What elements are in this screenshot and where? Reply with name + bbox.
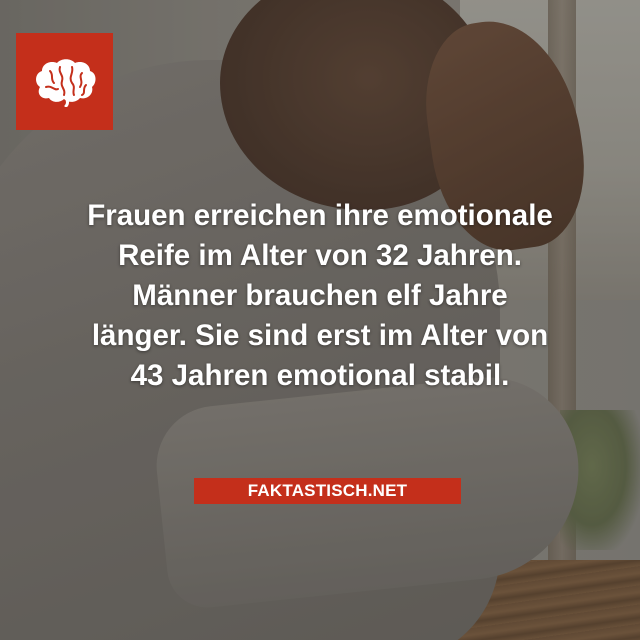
fact-text: Frauen erreichen ihre emotionale Reife i… xyxy=(40,196,600,396)
fact-line: Reife im Alter von 32 Jahren. xyxy=(118,239,522,272)
fact-line: länger. Sie sind erst im Alter von xyxy=(91,319,549,352)
fact-line: Männer brauchen elf Jahre xyxy=(132,279,508,312)
source-label: FAKTASTISCH.NET xyxy=(194,478,461,504)
brand-logo xyxy=(16,33,113,130)
fact-line: Frauen erreichen ihre emotionale xyxy=(87,199,553,232)
fact-card: Frauen erreichen ihre emotionale Reife i… xyxy=(0,0,640,640)
brain-icon xyxy=(35,58,96,107)
fact-line: 43 Jahren emotional stabil. xyxy=(130,359,510,392)
